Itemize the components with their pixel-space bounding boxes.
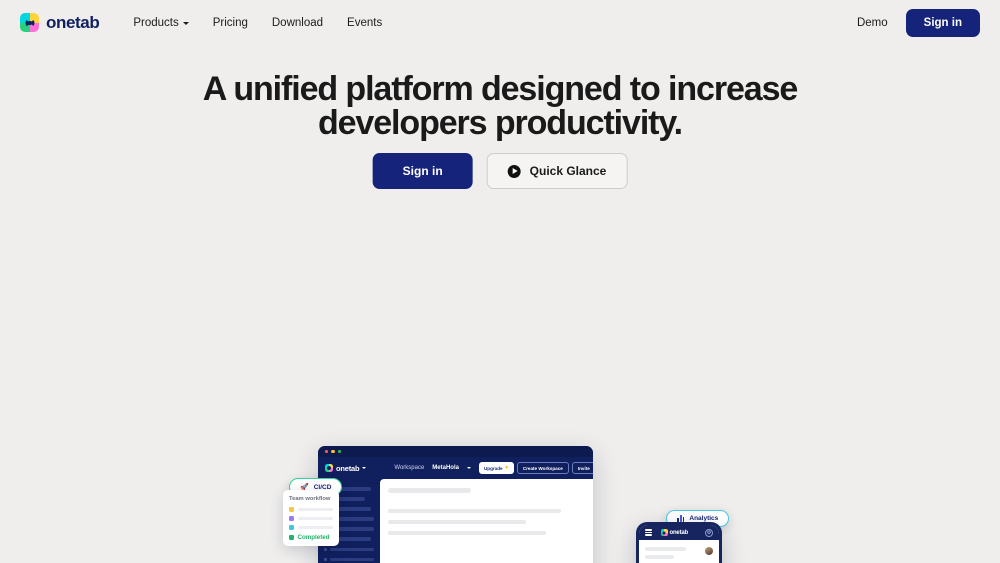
workflow-row-completed: Completed <box>289 534 333 541</box>
sparkle-icon: ✦ <box>504 465 509 471</box>
page-title: A unified platform designed to increase … <box>202 70 798 142</box>
avatar[interactable] <box>705 547 713 555</box>
workspace-label: Workspace <box>394 465 425 471</box>
sidebar-item[interactable] <box>324 557 374 562</box>
workflow-row <box>289 525 333 530</box>
onetab-logo-icon <box>20 13 39 32</box>
invite-button[interactable]: Invite <box>571 461 593 475</box>
chevron-down-icon <box>362 467 367 469</box>
status-swatch <box>289 525 294 530</box>
hero-cta-group: Sign in Quick Glance <box>372 153 628 189</box>
nav-item-events[interactable]: Events <box>347 17 382 29</box>
phone-placeholder <box>645 547 700 559</box>
nav-item-products-label: Products <box>133 16 179 29</box>
nav-links: Products Pricing Download Events <box>133 17 382 29</box>
desktop-app-window: onetab Workspace MetaHola Upgrade ✦ Crea… <box>318 446 593 563</box>
chevron-down-icon <box>182 21 189 25</box>
mobile-app-mockup: onetab ⚙ <box>636 522 722 563</box>
toolbar-actions: Upgrade ✦ Create Workspace Invite ☉ <box>478 461 593 475</box>
completed-label: Completed <box>297 534 330 541</box>
create-workspace-button[interactable]: Create Workspace <box>516 461 569 475</box>
nav-item-download[interactable]: Download <box>272 17 323 29</box>
status-swatch <box>289 516 294 521</box>
brand-name: onetab <box>46 12 100 32</box>
content-placeholder <box>388 509 562 513</box>
demo-link[interactable]: Demo <box>857 17 888 29</box>
top-navigation: onetab Products Pricing Download Events … <box>0 0 1000 45</box>
phone-content <box>639 540 719 563</box>
landing-page: onetab Products Pricing Download Events … <box>0 0 1000 563</box>
nav-item-events-label: Events <box>347 16 383 29</box>
brand-logo[interactable]: onetab <box>20 12 100 33</box>
app-body <box>318 479 593 563</box>
hero-signin-button[interactable]: Sign in <box>372 153 473 189</box>
content-placeholder <box>388 520 526 524</box>
team-workflow-card: Team workflow Completed <box>283 490 339 546</box>
upgrade-button[interactable]: Upgrade ✦ <box>478 462 514 474</box>
app-brand[interactable]: onetab <box>325 463 367 473</box>
sidebar-item[interactable] <box>324 547 374 552</box>
phone-screen: onetab ⚙ <box>639 525 719 563</box>
workspace-name[interactable]: MetaHola <box>432 465 459 471</box>
app-brand-label: onetab <box>336 463 360 473</box>
status-swatch <box>289 535 294 540</box>
app-toolbar: onetab Workspace MetaHola Upgrade ✦ Crea… <box>318 457 593 479</box>
bar-chart-icon <box>677 515 685 522</box>
gear-icon[interactable]: ⚙ <box>705 528 713 537</box>
nav-item-pricing[interactable]: Pricing <box>213 17 248 29</box>
team-workflow-title: Team workflow <box>289 496 331 502</box>
product-mockup: onetab Workspace MetaHola Upgrade ✦ Crea… <box>0 218 1000 563</box>
quick-glance-label: Quick Glance <box>529 164 607 178</box>
nav-item-pricing-label: Pricing <box>212 16 248 29</box>
phone-header-row <box>645 547 713 559</box>
app-content <box>380 479 593 563</box>
content-placeholder <box>388 488 471 493</box>
nav-item-products[interactable]: Products <box>133 16 189 29</box>
window-close-dot <box>325 449 329 454</box>
phone-brand-label: onetab <box>669 529 689 536</box>
workflow-row <box>289 507 333 512</box>
window-minimize-dot <box>331 449 335 454</box>
window-maximize-dot <box>337 449 341 454</box>
phone-appbar: onetab ⚙ <box>639 525 719 540</box>
status-swatch <box>289 507 294 512</box>
onetab-logo-icon <box>325 464 333 472</box>
hamburger-icon[interactable] <box>645 529 652 536</box>
phone-brand: onetab <box>661 529 688 536</box>
window-titlebar <box>318 446 593 457</box>
workspace-chevron-down-icon[interactable] <box>466 467 471 469</box>
analytics-label: Analytics <box>689 515 719 522</box>
signin-button[interactable]: Sign in <box>905 8 980 37</box>
workflow-row <box>289 516 333 521</box>
upgrade-label: Upgrade <box>483 465 503 471</box>
onetab-logo-icon <box>661 529 668 536</box>
play-circle-icon <box>507 164 521 178</box>
content-placeholder <box>388 531 546 535</box>
nav-actions: Demo Sign in <box>857 8 980 37</box>
nav-item-download-label: Download <box>271 16 324 29</box>
quick-glance-button[interactable]: Quick Glance <box>486 153 628 189</box>
